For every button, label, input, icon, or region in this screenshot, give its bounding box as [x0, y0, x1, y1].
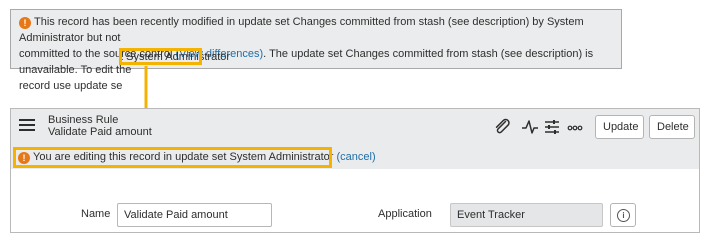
- info-button[interactable]: i: [610, 203, 636, 227]
- activity-pulse-icon[interactable]: [521, 118, 539, 136]
- paperclip-icon[interactable]: [493, 118, 511, 136]
- record-name: Validate Paid amount: [48, 126, 152, 138]
- form-header: Business Rule Validate Paid amount Updat…: [11, 109, 699, 146]
- hamburger-menu-icon[interactable]: [19, 119, 35, 133]
- application-field[interactable]: [450, 203, 603, 227]
- name-label: Name: [81, 208, 111, 220]
- name-field[interactable]: [117, 203, 272, 227]
- highlight-box-edit: [13, 147, 332, 168]
- record-type: Business Rule: [48, 114, 119, 126]
- delete-button[interactable]: Delete: [649, 115, 695, 139]
- cancel-link[interactable]: (cancel): [336, 151, 375, 163]
- sliders-icon[interactable]: [543, 118, 561, 136]
- update-button[interactable]: Update: [595, 115, 644, 139]
- application-label: Application: [378, 208, 432, 220]
- edit-notice-bar: ! You are editing this record in update s…: [11, 145, 699, 169]
- more-options-icon[interactable]: [566, 118, 584, 136]
- info-icon: i: [617, 209, 630, 222]
